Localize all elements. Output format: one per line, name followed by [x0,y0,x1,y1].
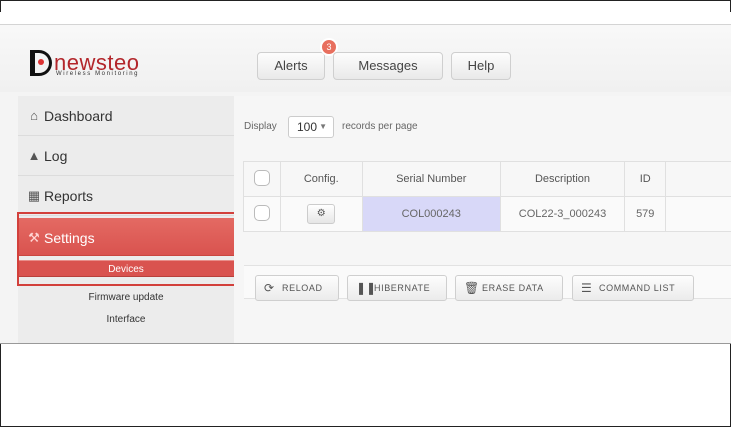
row-checkbox[interactable] [253,204,270,221]
list-icon: ☰ [581,281,592,295]
command-list-label: COMMAND LIST [599,283,676,293]
page-size-select[interactable]: 100 ▼ [288,116,334,138]
devices-table: Config. Serial Number Description ID ⚙ C… [243,161,731,232]
chevron-down-icon: ▼ [319,122,327,131]
sidebar-subitem-label: Firmware update [88,292,164,303]
messages-button[interactable]: Messages [333,52,443,80]
column-header-more [665,161,731,197]
reload-label: RELOAD [282,283,323,293]
id-cell: 579 [624,196,667,232]
trash-icon: 🗑 [464,281,480,295]
erase-data-label: ERASE DATA [482,283,544,293]
gear-icon: ⚙ [316,208,326,219]
hibernate-button[interactable]: ❚❚ HIBERNATE [347,275,447,301]
brand-tagline: Wireless Monitoring [56,71,140,77]
reload-button[interactable]: ⟳ RELOAD [255,275,339,301]
sidebar-item-label: Dashboard [44,108,113,124]
home-icon: ⌂ [30,108,38,123]
sidebar-item-dashboard[interactable]: ⌂ Dashboard [18,96,234,136]
display-label: Display [244,121,277,132]
sidebar-subitem-firmware-update[interactable]: Firmware update [18,289,234,306]
records-label: records per page [342,121,418,132]
description-cell: COL22-3_000243 [499,196,626,232]
row-select-cell [243,196,281,232]
table-header-row: Config. Serial Number Description ID [243,161,731,197]
actions-bar: ⟳ RELOAD ❚❚ HIBERNATE 🗑 ERASE DATA ☰ COM… [244,265,731,301]
pause-icon: ❚❚ [356,281,377,295]
erase-data-button[interactable]: 🗑 ERASE DATA [455,275,563,301]
select-all-checkbox[interactable] [253,169,270,186]
report-icon: ▦ [27,188,41,203]
app-screenshot: newsteo Wireless Monitoring Alerts 3 Mes… [0,12,731,343]
sidebar-item-reports[interactable]: ▦ Reports [18,176,234,216]
screenshot-bottom-edge [0,343,731,344]
pin-icon: ▲ [27,148,41,163]
select-all-cell [243,161,281,197]
serial-cell[interactable]: COL000243 [361,196,501,232]
hibernate-label: HIBERNATE [374,283,431,293]
sidebar-item-label: Reports [44,188,94,204]
config-cell: ⚙ [279,196,363,232]
page-size-value: 100 [297,120,318,134]
logo-mark [30,50,52,76]
column-header-description[interactable]: Description [499,161,626,197]
sidebar-item-label: Log [44,148,68,164]
messages-label: Messages [358,58,418,73]
more-cell [665,196,731,232]
top-bar [0,12,731,25]
settings-highlight [17,212,236,286]
config-button[interactable]: ⚙ [307,204,336,224]
sidebar-item-log[interactable]: ▲ Log [18,136,234,176]
help-button[interactable]: Help [451,52,511,80]
help-label: Help [467,58,495,73]
alerts-button[interactable]: Alerts [257,52,325,80]
reload-icon: ⟳ [264,281,275,295]
table-row[interactable]: ⚙ COL000243 COL22-3_000243 579 [243,196,731,232]
sidebar-subitem-interface[interactable]: Interface [18,311,234,328]
column-header-serial[interactable]: Serial Number [361,161,501,197]
column-header-id[interactable]: ID [624,161,667,197]
command-list-button[interactable]: ☰ COMMAND LIST [572,275,694,301]
app-header: newsteo Wireless Monitoring Alerts 3 Mes… [0,12,731,92]
sidebar-subitem-label: Interface [106,314,146,325]
column-header-config[interactable]: Config. [279,161,363,197]
alerts-label: Alerts [274,58,308,73]
